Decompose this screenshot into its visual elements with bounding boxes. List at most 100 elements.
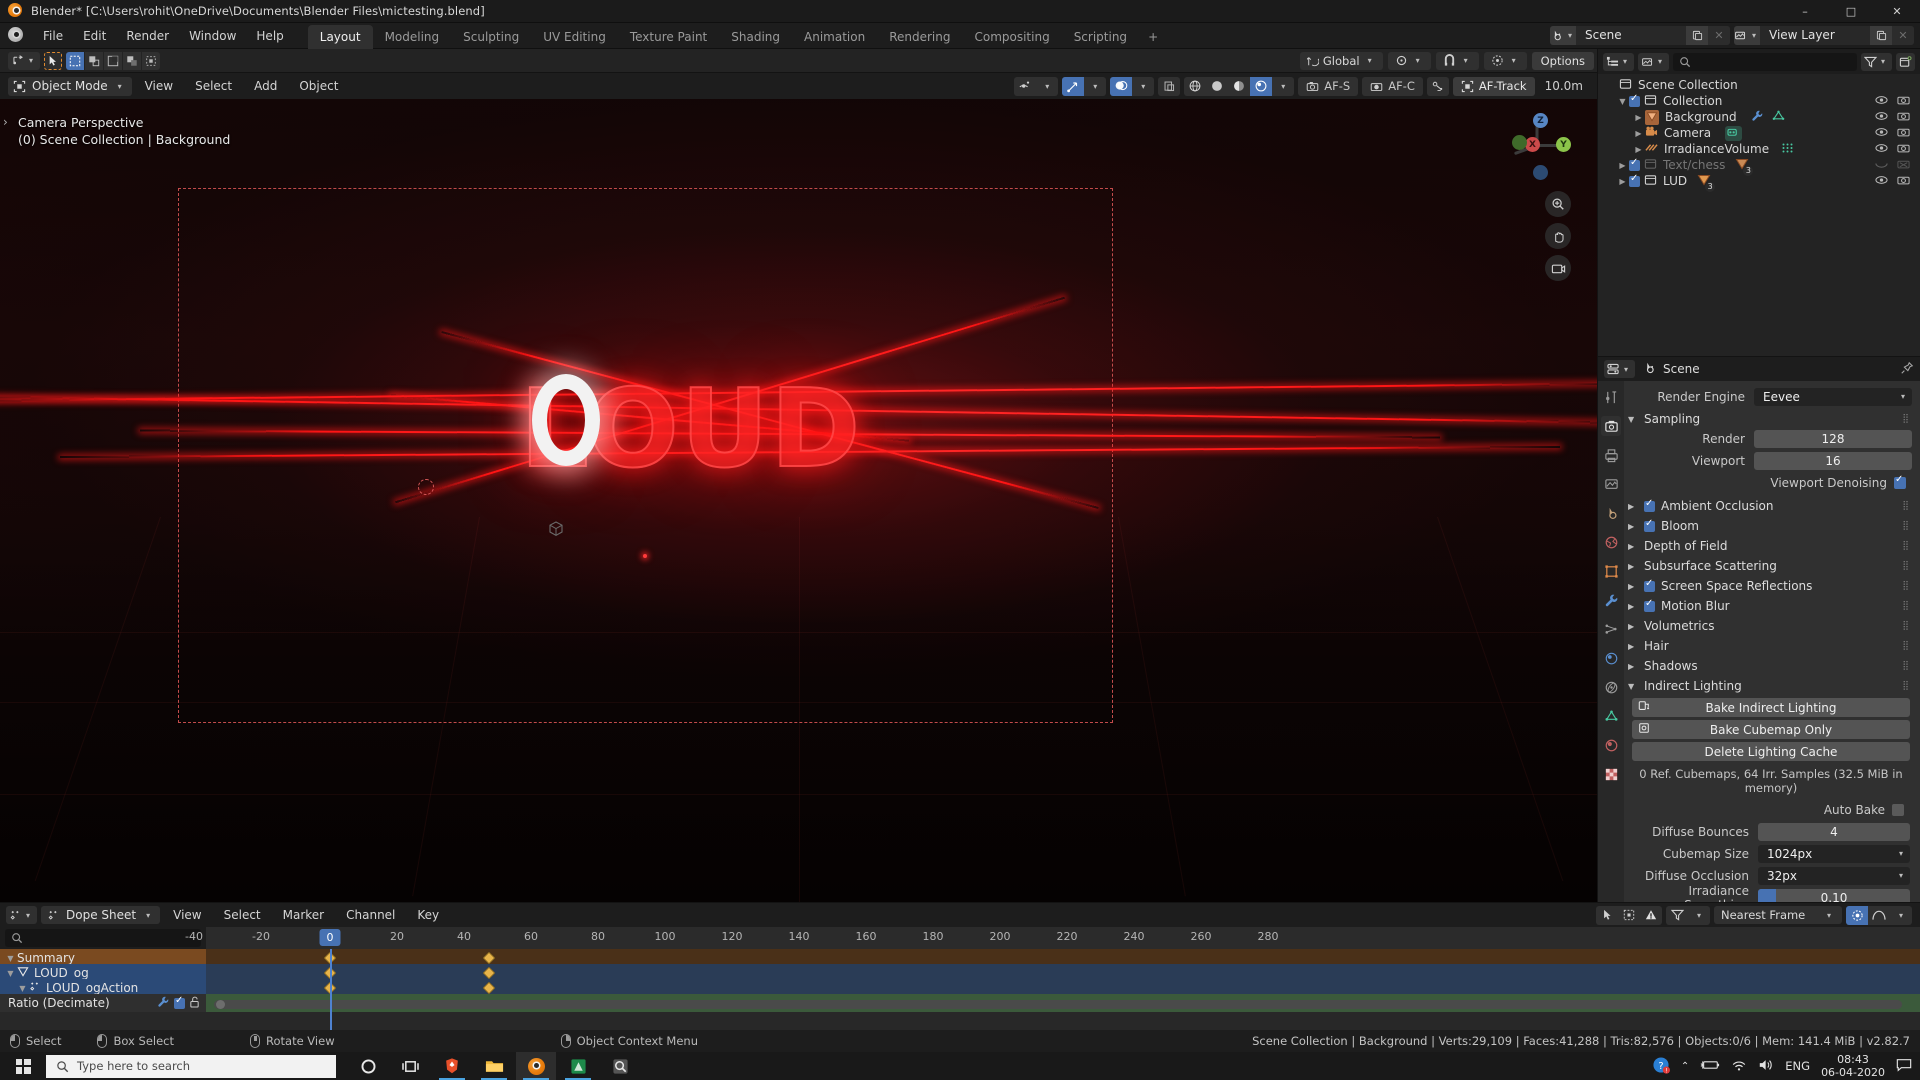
overlays-dropdown-icon[interactable]: ▾ [1132, 77, 1154, 96]
outliner-row-collection[interactable]: ▼ Collection [1598, 93, 1920, 109]
dopesheet-menu-select[interactable]: Select [215, 906, 270, 924]
battery-icon[interactable] [1700, 1059, 1720, 1074]
dopesheet-track-ratio-decimate[interactable] [206, 994, 1920, 1012]
tab-physics-properties[interactable] [1601, 648, 1621, 668]
disclosure-triangle[interactable]: ▼ [1616, 97, 1629, 106]
object-type-visibility-group[interactable]: ▾ [1014, 76, 1059, 96]
camera-render-icon[interactable] [1897, 111, 1910, 124]
horizontal-scrollbar[interactable] [214, 1000, 1902, 1009]
drag-grip-icon[interactable]: ⣿ [1902, 541, 1912, 551]
dopesheet-channel-ratio-decimate[interactable]: Ratio (Decimate) [0, 994, 206, 1012]
keyframe[interactable] [482, 981, 496, 995]
viewport-canvas[interactable]: LOUD LOUD › Camera Perspective (0) Scene… [0, 99, 1597, 902]
section-volumetrics[interactable]: ▶ Volumetrics ⣿ [1628, 616, 1912, 636]
visibility-icon[interactable] [1014, 77, 1036, 96]
section-depth-of-field[interactable]: ▶ Depth of Field ⣿ [1628, 536, 1912, 556]
dopesheet-timeline-ruler[interactable]: -40 -20 0 20 40 60 80 100 120 140 160 18… [185, 927, 1920, 949]
tab-render-properties[interactable] [1601, 416, 1621, 436]
falloff-curve-icon[interactable] [1868, 906, 1890, 925]
select-extend-button[interactable] [85, 51, 104, 70]
grid-icon[interactable] [1781, 142, 1795, 157]
filter-dropdown-icon[interactable]: ▾ [1688, 906, 1710, 925]
menu-help[interactable]: Help [246, 26, 293, 46]
outliner-row-background[interactable]: ▶ Background [1598, 109, 1920, 125]
tab-object-properties[interactable] [1601, 561, 1621, 581]
disclosure-triangle[interactable]: ▼ [4, 954, 17, 963]
tab-sculpting[interactable]: Sculpting [451, 25, 531, 49]
disclosure-triangle[interactable]: ▶ [1632, 145, 1645, 154]
section-ambient-occlusion[interactable]: ▶ Ambient Occlusion ⣿ [1628, 496, 1912, 516]
motion-blur-checkbox[interactable] [1644, 598, 1655, 612]
only-selected-icon[interactable] [1596, 906, 1618, 925]
proportional-edit-keyframes-group[interactable]: ▾ [1846, 905, 1912, 925]
drag-grip-icon[interactable]: ⣿ [1902, 501, 1912, 511]
action-center-alert-icon[interactable]: ?! [1652, 1056, 1670, 1077]
disclosure-triangle[interactable]: ▶ [1628, 502, 1638, 511]
drag-grip-icon[interactable]: ⣿ [1902, 621, 1912, 631]
wifi-icon[interactable] [1731, 1059, 1747, 1074]
outliner-editor-type-icon[interactable]: ▾ [1603, 52, 1635, 71]
unlock-icon[interactable] [189, 996, 200, 1011]
outliner-row-irradiancevolume[interactable]: ▶ IrradianceVolume [1598, 141, 1920, 157]
tab-viewlayer-properties[interactable] [1601, 474, 1621, 494]
bake-cubemap-only-button[interactable]: Bake Cubemap Only [1632, 720, 1910, 739]
bloom-checkbox[interactable] [1644, 518, 1655, 532]
irradiance-smoothing-slider[interactable]: 0.10 [1758, 888, 1910, 902]
tab-output-properties[interactable] [1601, 445, 1621, 465]
close-button[interactable]: ✕ [1874, 0, 1920, 23]
transform-orientation-selector[interactable]: Global ▾ [1299, 51, 1383, 70]
section-screen-space-reflections[interactable]: ▶ Screen Space Reflections ⣿ [1628, 576, 1912, 596]
snap-magnet-toggle[interactable]: ▾ [1435, 51, 1479, 70]
gizmo-axis-z[interactable]: Z [1533, 113, 1548, 128]
viewlayer-selector[interactable]: ▾ View Layer ✕ [1734, 26, 1914, 45]
explorer-icon[interactable] [474, 1052, 514, 1080]
outliner-new-collection-icon[interactable] [1896, 52, 1915, 71]
eye-icon[interactable] [1875, 95, 1888, 108]
drag-grip-icon[interactable]: ⣿ [1902, 681, 1912, 691]
outliner-row-lud[interactable]: ▶ LUD 3 [1598, 173, 1920, 192]
render-engine-dropdown[interactable]: Eevee ▾ [1754, 387, 1912, 406]
brave-icon[interactable] [432, 1052, 472, 1080]
unlink-scene-button[interactable]: ✕ [1708, 26, 1730, 45]
disclosure-triangle[interactable]: ▶ [1628, 562, 1638, 571]
cortana-icon[interactable] [348, 1052, 388, 1080]
gizmo-toggle-icon[interactable] [1062, 76, 1085, 96]
af-extra-group[interactable] [1426, 76, 1449, 96]
dopesheet-menu-view[interactable]: View [164, 906, 210, 924]
shading-mode-group[interactable]: ▾ [1184, 76, 1295, 96]
scrollbar-handle[interactable] [216, 1000, 225, 1009]
xray-group[interactable] [1158, 76, 1181, 96]
section-subsurface-scattering[interactable]: ▶ Subsurface Scattering ⣿ [1628, 556, 1912, 576]
disclosure-triangle[interactable]: ▶ [1628, 522, 1638, 531]
tab-shading[interactable]: Shading [719, 25, 792, 49]
section-sampling[interactable]: ▼ Sampling ⣿ [1628, 409, 1912, 429]
viewport-menu-view[interactable]: View [136, 77, 182, 95]
gizmo-axis-x[interactable]: X [1525, 137, 1540, 152]
sampling-viewport-field[interactable]: 16 [1754, 451, 1912, 470]
overlays-toggle-icon[interactable] [1110, 76, 1133, 96]
section-shadows[interactable]: ▶ Shadows ⣿ [1628, 656, 1912, 676]
tab-uv-editing[interactable]: UV Editing [531, 25, 618, 49]
taskbar-search-input[interactable]: Type here to search [46, 1054, 336, 1078]
dopesheet-menu-key[interactable]: Key [408, 906, 448, 924]
xray-toggle-icon[interactable] [1158, 77, 1180, 96]
pin-icon[interactable] [1900, 361, 1914, 378]
proportional-edit-keyframes-icon[interactable] [1846, 905, 1868, 925]
active-tool-icon[interactable]: ▾ [8, 51, 41, 70]
disclosure-triangle[interactable]: ▶ [1628, 582, 1638, 591]
ambient-occlusion-checkbox[interactable] [1644, 498, 1655, 512]
tab-modifier-properties[interactable] [1601, 590, 1621, 610]
show-hidden-icons-chevron[interactable]: ⌃ [1681, 1061, 1689, 1072]
camera-render-icon[interactable] [1897, 175, 1910, 188]
tab-compositing[interactable]: Compositing [962, 25, 1061, 49]
drag-grip-icon[interactable]: ⣿ [1902, 601, 1912, 611]
tab-layout[interactable]: Layout [307, 24, 373, 49]
camera-data-icon[interactable] [1725, 125, 1743, 141]
disclosure-triangle[interactable]: ▼ [16, 984, 29, 993]
modifier-wrench-icon[interactable] [1751, 110, 1764, 125]
screen-space-reflections-checkbox[interactable] [1644, 578, 1655, 592]
tab-object-data-properties[interactable] [1601, 706, 1621, 726]
diffuse-occlusion-dropdown[interactable]: 32px ▾ [1758, 866, 1910, 885]
proportional-edit-toggle[interactable]: ▾ [1483, 51, 1527, 70]
camera-disabled-icon[interactable] [1897, 159, 1910, 172]
